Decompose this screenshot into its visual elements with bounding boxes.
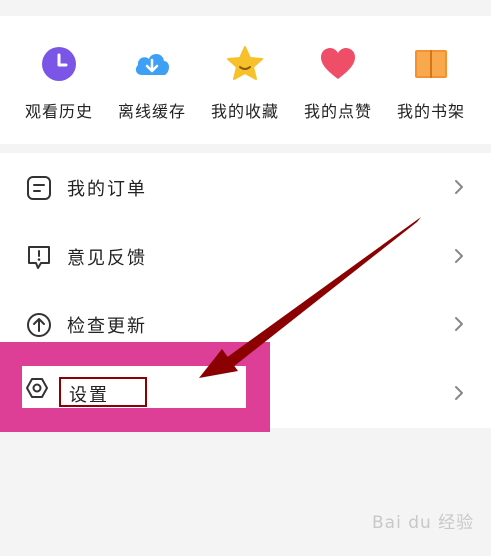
settings-label-annotation-box: 设置	[59, 377, 147, 407]
watch-history-button[interactable]: 观看历史	[13, 44, 105, 122]
menu-item-orders[interactable]: 我的订单	[0, 153, 491, 221]
my-likes-button[interactable]: 我的点赞	[292, 44, 384, 122]
chevron-right-icon	[455, 249, 463, 263]
offline-cache-label: 离线缓存	[117, 102, 186, 121]
chevron-right-icon	[455, 180, 463, 194]
baidu-watermark: Bai du 经验	[372, 513, 475, 533]
quick-actions-card: 观看历史 离线缓存 我的收藏 我的点赞 我的书架	[0, 16, 491, 144]
menu-item-label: 我的订单	[67, 179, 147, 200]
settings-icon	[26, 378, 48, 398]
my-bookshelf-button[interactable]: 我的书架	[385, 44, 477, 122]
heart-icon	[321, 48, 355, 79]
chevron-right-icon	[455, 386, 463, 400]
my-favorites-label: 我的收藏	[210, 102, 279, 121]
feedback-icon	[28, 246, 50, 269]
my-likes-label: 我的点赞	[303, 102, 372, 121]
book-icon	[415, 50, 447, 78]
my-favorites-button[interactable]: 我的收藏	[199, 44, 291, 122]
offline-cache-button[interactable]: 离线缓存	[106, 44, 198, 122]
menu-item-label: 意见反馈	[67, 248, 147, 269]
clock-icon	[42, 47, 76, 81]
menu-item-feedback[interactable]: 意见反馈	[0, 222, 491, 290]
update-icon	[27, 313, 51, 337]
star-icon	[227, 46, 263, 80]
cloud-download-icon	[135, 53, 170, 75]
menu-item-label: 检查更新	[67, 316, 147, 337]
chevron-right-icon	[455, 317, 463, 331]
my-bookshelf-label: 我的书架	[396, 102, 465, 121]
top-strip	[0, 0, 491, 16]
watch-history-label: 观看历史	[24, 102, 93, 121]
settings-label: 设置	[69, 385, 109, 406]
order-icon	[27, 176, 51, 200]
